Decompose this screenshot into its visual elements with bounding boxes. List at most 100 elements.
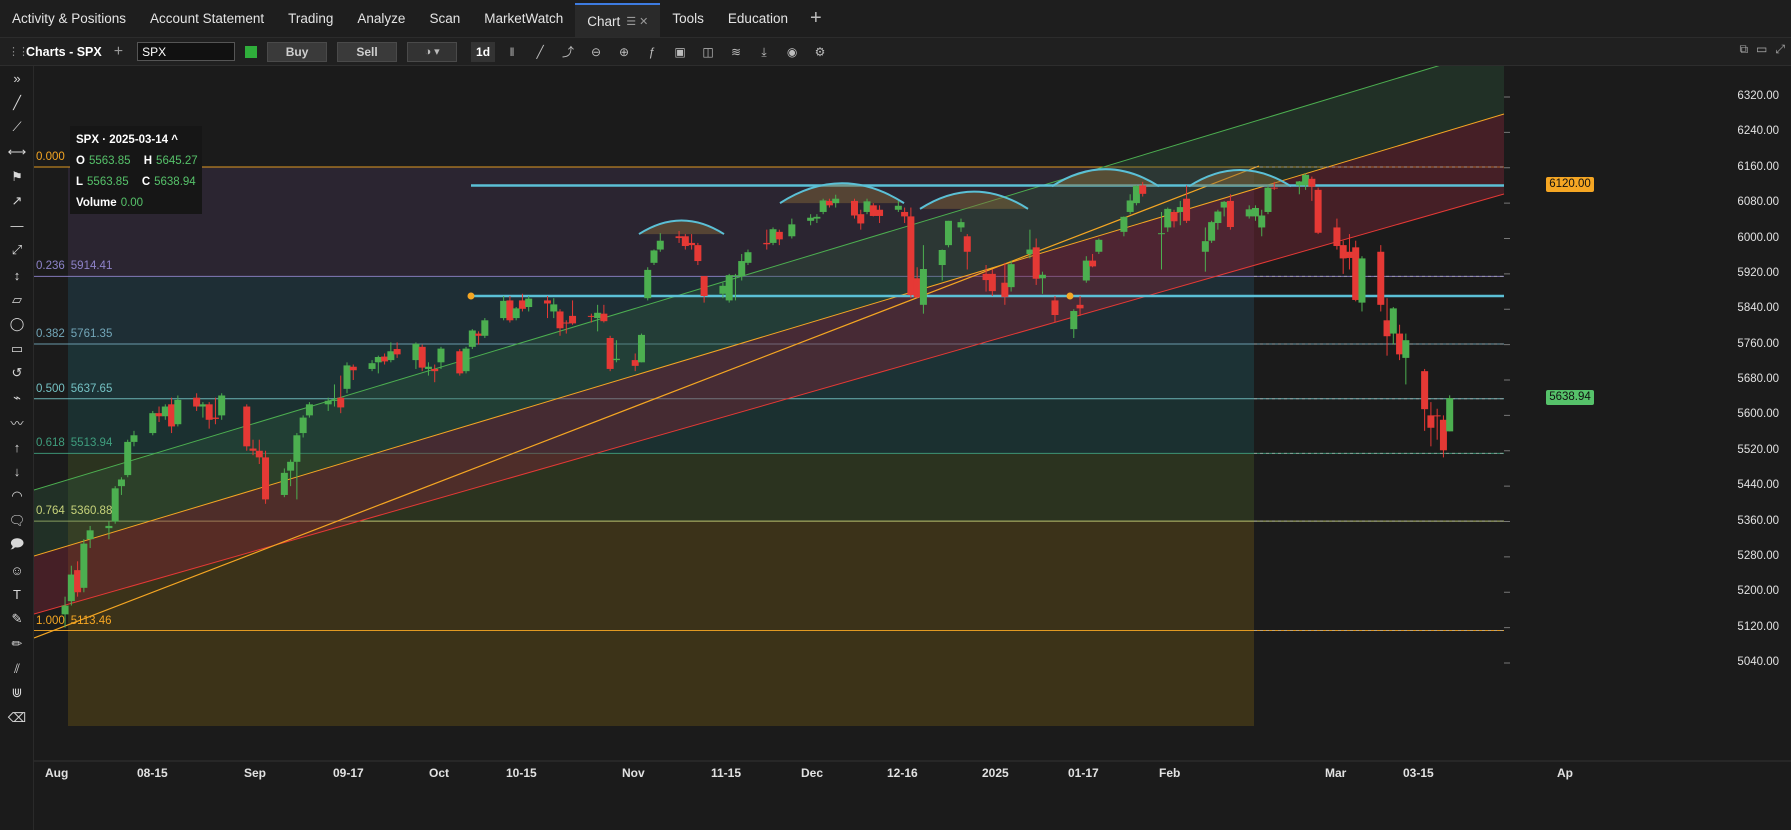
drawing-line-icon[interactable]: ╱ [529, 42, 551, 62]
timeframe-button[interactable]: 1d [471, 41, 496, 62]
date-axis-label: 03-15 [1403, 766, 1434, 780]
candle-body [1295, 181, 1303, 186]
open-value: 5563.85 [88, 155, 131, 167]
fib-retracement-icon[interactable]: ⚑ [0, 164, 34, 189]
collapse-tools-icon[interactable]: » [0, 66, 34, 91]
sell-button[interactable]: Sell [337, 41, 398, 62]
date-axis-label: Aug [45, 766, 69, 780]
half-circle-icon[interactable]: ◠ [0, 484, 34, 509]
candle-body [67, 574, 75, 602]
candle-body [1258, 215, 1266, 228]
candle-body [343, 365, 351, 389]
candle-body [287, 461, 295, 471]
emoji-icon[interactable]: ☺ [0, 558, 34, 583]
studies-icon[interactable]: ƒ [641, 42, 663, 62]
price-axis-label: 6320.00 [1737, 90, 1779, 102]
support-anchor-dot [1066, 292, 1074, 300]
candle-body [374, 357, 382, 363]
magnet-icon[interactable]: ⋓ [0, 681, 34, 706]
zoom-out-icon[interactable]: ⊖ [585, 42, 607, 62]
link-color-icon[interactable] [245, 45, 258, 58]
collapse-caret-icon[interactable]: ^ [171, 134, 178, 146]
candle-body [387, 351, 395, 361]
date-axis-label: Ap [1557, 766, 1573, 780]
candle-body [1314, 189, 1322, 233]
candle-body [1082, 260, 1090, 281]
fib-ratio: 0.382 [36, 328, 65, 341]
tab-analyze[interactable]: Analyze [345, 0, 417, 37]
extended-line-icon[interactable]: ⤢ [0, 238, 34, 263]
zoom-in-icon[interactable]: ⊕ [613, 42, 635, 62]
arrow-up-icon[interactable]: ↑ [0, 435, 34, 460]
rectangle-icon[interactable]: ▭ [0, 337, 34, 362]
eraser-icon[interactable]: ⌫ [0, 705, 34, 730]
candle-body [1302, 174, 1310, 186]
arrow-down-icon[interactable]: ↓ [0, 460, 34, 485]
expand-icon[interactable]: ⤢ [1775, 42, 1785, 57]
price-axis-label: 6000.00 [1737, 231, 1779, 244]
callout-icon[interactable]: 🗨 [0, 509, 34, 534]
candle-body [1439, 419, 1447, 451]
curve-icon[interactable]: ⌁ [0, 386, 34, 411]
add-chart-icon[interactable]: + [114, 43, 123, 61]
ellipse-icon[interactable]: ◯ [0, 312, 34, 337]
highlighter-icon[interactable]: ✎ [0, 607, 34, 632]
buy-button[interactable]: Buy [267, 41, 328, 62]
tab-account-statement[interactable]: Account Statement [138, 0, 276, 37]
layers-icon[interactable]: ≋ [725, 42, 747, 62]
candle-body [481, 320, 489, 336]
low-label: L [76, 176, 84, 188]
arc-icon[interactable]: ↺ [0, 361, 34, 386]
channel-icon[interactable]: ▱ [0, 287, 34, 312]
tab-tools[interactable]: Tools [660, 0, 716, 37]
text-icon[interactable]: T [0, 582, 34, 607]
tab-activity-positions[interactable]: Activity & Positions [0, 0, 138, 37]
tab-trading[interactable]: Trading [276, 0, 345, 37]
tab-marketwatch[interactable]: MarketWatch [472, 0, 575, 37]
price-chart[interactable] [34, 66, 1791, 830]
candle-body [719, 285, 727, 294]
order-dropdown[interactable]: ◑ ▾ [407, 41, 458, 62]
note-icon[interactable]: 🗩 [0, 533, 34, 558]
chart-area[interactable]: SPX · 2025-03-14 ^ O 5563.85 H 5645.27 L 55… [34, 66, 1791, 830]
date-axis-label: 09-17 [333, 766, 364, 780]
date-axis-label: 10-15 [506, 766, 537, 780]
tab-chart[interactable]: Chart ☰ ✕ [575, 3, 661, 37]
fib-price: 5761.35 [70, 328, 113, 341]
candle-body [957, 222, 965, 228]
candle-body [1308, 178, 1316, 187]
vertical-line-icon[interactable]: ↕ [0, 263, 34, 288]
settings-gear-icon[interactable]: ⚙ [809, 42, 831, 62]
symbol-input[interactable] [137, 42, 236, 61]
image-icon[interactable]: ▣ [669, 42, 691, 62]
pencil-icon[interactable]: ✏ [0, 632, 34, 657]
arrow-line-icon[interactable]: ↗ [0, 189, 34, 214]
tab-education[interactable]: Education [716, 0, 800, 37]
indicator-icon[interactable]: ⤴ [557, 42, 579, 62]
candle-body [1377, 251, 1385, 305]
tab-menu-close-icon[interactable]: ☰ ✕ [626, 15, 648, 28]
fib-level-label: 1.000 5113.46 [36, 615, 112, 627]
download-icon[interactable]: ⤓ [753, 42, 775, 62]
candle-body [262, 457, 270, 500]
add-tab-icon[interactable]: + [800, 0, 832, 37]
layout-icon[interactable]: ◫ [697, 42, 719, 62]
drag-handle-icon[interactable]: ⋮⋮ [8, 45, 29, 58]
candle-body [850, 200, 858, 216]
horizontal-line-icon[interactable]: ⟷ [0, 140, 34, 165]
date-axis-label: Oct [429, 766, 450, 780]
camera-icon[interactable]: ◉ [781, 42, 803, 62]
detach-icon[interactable]: ⧉ [1739, 42, 1748, 57]
candle-body [1001, 282, 1009, 297]
minimize-icon[interactable]: ▭ [1756, 42, 1767, 57]
candle-style-icon[interactable]: 𝍪 [501, 42, 523, 62]
candle-body [1339, 245, 1347, 259]
trendline-icon[interactable]: ╱ [0, 91, 34, 116]
ray-icon[interactable]: ⟋ [0, 115, 34, 140]
segment-icon[interactable]: — [0, 214, 34, 239]
ruler-icon[interactable]: ⫽ [0, 656, 34, 681]
tab-label: MarketWatch [484, 10, 564, 26]
tab-scan[interactable]: Scan [417, 0, 472, 37]
path-icon[interactable]: 〰 [0, 410, 34, 435]
chart-toolbar: ⋮⋮ Charts - SPX + Buy Sell ◑ ▾ 1d 𝍪 ╱ ⤴ … [0, 38, 1791, 66]
